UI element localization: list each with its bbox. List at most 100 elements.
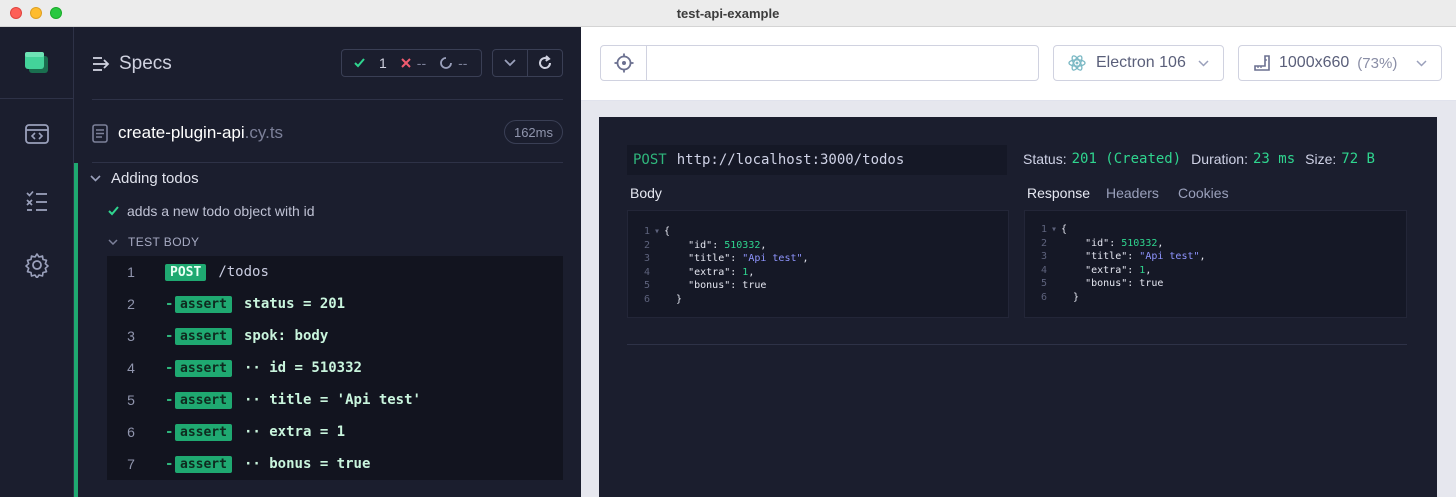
- code-line: 2 "id": 510332,: [1040, 237, 1164, 249]
- code-line: 5 "bonus": true: [643, 280, 767, 292]
- collapse-all-button[interactable]: [492, 49, 528, 77]
- test-stats: 1 -- --: [341, 49, 482, 77]
- chevron-down-icon: [504, 59, 516, 67]
- header-divider: [92, 99, 563, 100]
- gear-icon: [24, 253, 49, 278]
- suite-title: Adding todos: [111, 170, 199, 187]
- code-line: 6 }: [1040, 291, 1080, 303]
- fail-x-icon: [401, 58, 411, 68]
- test-adds-todo[interactable]: adds a new todo object with id: [108, 203, 315, 219]
- request-url: http://localhost:3000/todos: [676, 152, 905, 168]
- test-body-toggle[interactable]: TEST BODY: [108, 235, 199, 249]
- minimize-window-button[interactable]: [30, 7, 42, 19]
- viewport-size: 1000x660: [1279, 54, 1350, 71]
- rerun-button[interactable]: [527, 49, 563, 77]
- chevron-down-icon: [108, 239, 118, 245]
- document-icon: [92, 123, 108, 143]
- assert-badge: assert: [175, 423, 232, 441]
- size-value: 72 B: [1341, 151, 1375, 167]
- viewport-scale: (73%): [1357, 54, 1398, 72]
- code-line: 4 "extra": 1,: [643, 266, 755, 278]
- app-preview: Electron 106 1000x660 (73%) POST http://…: [581, 27, 1456, 497]
- close-window-button[interactable]: [10, 7, 22, 19]
- specs-toggle[interactable]: Specs: [92, 53, 172, 75]
- method-badge: POST: [165, 263, 207, 281]
- nav-runs[interactable]: [0, 99, 73, 169]
- title-bar: test-api-example: [0, 0, 1456, 27]
- response-status-line: Status: 201 (Created) Duration: 23 ms Si…: [1023, 151, 1375, 167]
- command-row[interactable]: 1 POST /todos: [107, 256, 563, 288]
- specs-panel: Specs 1 -- -- create-plugin-api .cy.ts 1…: [74, 27, 581, 497]
- command-row[interactable]: 7 - assert ·· bonus = true: [107, 448, 563, 480]
- code-line: 1 ▾{: [643, 226, 671, 238]
- nav-settings[interactable]: [0, 233, 73, 297]
- file-divider: [92, 162, 563, 163]
- ruler-icon: [1254, 55, 1270, 71]
- chevron-down-icon: [90, 175, 101, 182]
- pending-count: --: [440, 55, 467, 71]
- check-icon: [354, 58, 365, 68]
- crosshair-icon: [614, 53, 633, 73]
- command-row[interactable]: 4 - assert ·· id = 510332: [107, 352, 563, 384]
- viewport-select[interactable]: 1000x660 (73%): [1238, 45, 1442, 81]
- passed-count: 1: [354, 55, 387, 71]
- code-line: 2 "id": 510332,: [643, 239, 767, 251]
- tab-response[interactable]: Response: [1027, 185, 1090, 201]
- spec-file-ext: .cy.ts: [244, 123, 284, 142]
- code-line: 3 "title": "Api test",: [643, 253, 809, 265]
- reload-icon: [539, 55, 552, 69]
- suite-adding-todos[interactable]: Adding todos: [90, 170, 199, 187]
- cypress-logo-icon: [24, 51, 48, 73]
- test-title: adds a new todo object with id: [127, 203, 315, 219]
- request-line: POST http://localhost:3000/todos: [627, 145, 1007, 175]
- check-icon: [108, 206, 119, 216]
- code-line: 6 }: [643, 293, 683, 305]
- pending-spinner-icon: [440, 57, 453, 69]
- code-line: 5 "bonus": true: [1040, 278, 1164, 290]
- selector-playground-button[interactable]: [600, 45, 647, 81]
- maximize-window-button[interactable]: [50, 7, 62, 19]
- assert-badge: assert: [175, 391, 232, 409]
- app-logo[interactable]: [0, 27, 73, 99]
- chevron-down-icon: [1416, 59, 1427, 67]
- command-row[interactable]: 3 - assert spok: body: [107, 320, 563, 352]
- browser-select[interactable]: Electron 106: [1053, 45, 1224, 81]
- content-divider: [627, 344, 1407, 345]
- test-body-label: TEST BODY: [128, 235, 200, 249]
- spec-file-row[interactable]: create-plugin-api .cy.ts 162ms: [92, 120, 563, 146]
- menu-arrow-icon: [93, 57, 110, 71]
- specs-list-icon: [25, 190, 47, 211]
- response-body-code: 1 ▾{ 2 "id": 510332, 3 "title": "Api test…: [1024, 210, 1407, 318]
- electron-icon: [1068, 55, 1086, 71]
- specs-header: Specs 1 -- --: [74, 27, 581, 99]
- assert-badge: assert: [175, 327, 232, 345]
- code-line: 3 "title": "Api test",: [1040, 251, 1206, 263]
- spec-file-name: create-plugin-api: [118, 123, 245, 142]
- browser-label: Electron 106: [1096, 54, 1186, 71]
- command-row[interactable]: 2 - assert status = 201: [107, 288, 563, 320]
- request-body-code: 1 ▾{ 2 "id": 510332, 3 "title": "Api test…: [627, 210, 1009, 318]
- command-row[interactable]: 5 - assert ·· title = 'Api test': [107, 384, 563, 416]
- window-controls: [10, 7, 62, 19]
- failed-count: --: [401, 55, 426, 71]
- code-line: 4 "extra": 1,: [1040, 264, 1152, 276]
- assert-badge: assert: [175, 455, 232, 473]
- code-line: 1 ▾{: [1040, 224, 1068, 236]
- assert-badge: assert: [175, 359, 232, 377]
- preview-toolbar: Electron 106 1000x660 (73%): [581, 27, 1456, 101]
- app-under-test: POST http://localhost:3000/todos Status:…: [599, 117, 1437, 497]
- chevron-down-icon: [1198, 59, 1209, 67]
- tab-cookies[interactable]: Cookies: [1178, 185, 1229, 201]
- side-nav: [0, 27, 74, 497]
- pass-indicator-bar: [74, 163, 78, 497]
- nav-specs[interactable]: [0, 169, 73, 233]
- url-field[interactable]: [646, 45, 1039, 81]
- tab-headers[interactable]: Headers: [1106, 185, 1159, 201]
- runs-icon: [24, 124, 49, 144]
- command-row[interactable]: 6 - assert ·· extra = 1: [107, 416, 563, 448]
- spec-duration-badge: 162ms: [503, 120, 563, 144]
- duration-value: 23 ms: [1252, 151, 1296, 167]
- specs-heading: Specs: [119, 53, 172, 74]
- assert-badge: assert: [175, 295, 232, 313]
- command-log: 1 POST /todos 2 - assert status = 201 3 …: [107, 256, 563, 480]
